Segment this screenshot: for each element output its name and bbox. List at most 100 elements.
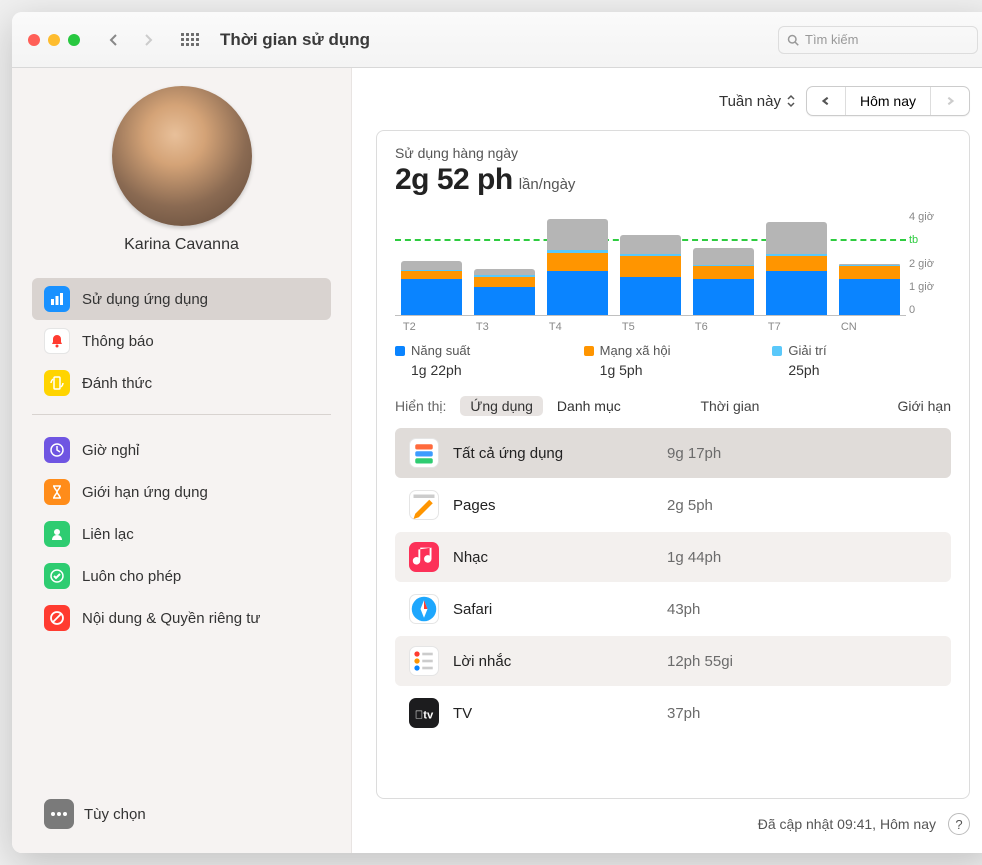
app-time: 9g 17ph (667, 445, 721, 462)
legend-swatch (584, 346, 594, 356)
app-name: Tất cả ứng dụng (453, 445, 653, 462)
chart-bar (474, 211, 535, 316)
hourglass-icon (44, 479, 70, 505)
footer: Đã cập nhật 09:41, Hôm nay ? (376, 799, 970, 835)
next-button[interactable] (931, 87, 969, 115)
chart-xlabel: T5 (620, 321, 681, 333)
sidebar-item[interactable]: Thông báo (32, 320, 331, 362)
chart-bar (401, 211, 462, 316)
help-button[interactable]: ? (948, 813, 970, 835)
tab-categories[interactable]: Danh mục (557, 398, 621, 414)
prev-button[interactable] (807, 87, 846, 115)
sidebar-item-label: Nội dung & Quyền riêng tư (82, 610, 260, 627)
chart-bar (620, 211, 681, 316)
bar-chart-icon (44, 286, 70, 312)
close-button[interactable] (28, 34, 40, 46)
clock-icon (44, 437, 70, 463)
sidebar-item-label: Luôn cho phép (82, 568, 181, 585)
app-row[interactable]: Nhạc 1g 44ph (395, 532, 951, 582)
app-name: Pages (453, 497, 653, 514)
back-button[interactable] (102, 28, 126, 52)
app-row[interactable]: Pages2g 5ph (395, 480, 951, 530)
sidebar-item-label: Sử dụng ứng dụng (82, 291, 208, 308)
daily-usage-label: Sử dụng hàng ngày (395, 145, 951, 161)
app-row[interactable]: Tất cả ứng dụng 9g 17ph (395, 428, 951, 478)
username: Karina Cavanna (12, 236, 351, 254)
chart-bar (547, 211, 608, 316)
legend-item: Năng suất1g 22ph (395, 343, 574, 378)
list-icon (409, 646, 439, 676)
app-row[interactable]: tvTV37ph (395, 688, 951, 738)
legend-item: Mạng xã hội1g 5ph (584, 343, 763, 378)
app-list: Tất cả ứng dụng 9g 17ph Pages2g 5ph Nhạc 1g … (395, 428, 951, 738)
phone-rotate-icon (44, 370, 70, 396)
search-input[interactable]: Tìm kiếm (778, 26, 978, 54)
minimize-button[interactable] (48, 34, 60, 46)
grid-icon[interactable] (178, 28, 202, 52)
person-icon (44, 521, 70, 547)
search-placeholder: Tìm kiếm (805, 32, 858, 47)
chart-xlabel: T4 (547, 321, 608, 333)
svg-text:tv: tv (415, 710, 434, 722)
chart-bar (766, 211, 827, 316)
prohibit-icon (44, 605, 70, 631)
sidebar: Karina Cavanna Sử dụng ứng dụng Thông báo… (12, 68, 352, 853)
titlebar: Thời gian sử dụng Tìm kiếm (12, 12, 982, 68)
sidebar-item[interactable]: Giới hạn ứng dụng (32, 471, 331, 513)
search-icon (787, 34, 799, 46)
usage-card: Sử dụng hàng ngày 2g 52 ph lần/ngày 4 gi… (376, 130, 970, 799)
sidebar-item-label: Đánh thức (82, 375, 152, 392)
sidebar-item-label: Thông báo (82, 333, 154, 350)
chart-xlabel: CN (839, 321, 900, 333)
date-segmented-control: Hôm nay (806, 86, 970, 116)
sidebar-item[interactable]: Luôn cho phép (32, 555, 331, 597)
sidebar-item-label: Giờ nghỉ (82, 442, 139, 459)
sidebar-item[interactable]: Nội dung & Quyền riêng tư (32, 597, 331, 639)
forward-button[interactable] (136, 28, 160, 52)
daily-usage-total: 2g 52 ph lần/ngày (395, 163, 951, 197)
stack-icon (409, 438, 439, 468)
chevron-updown-icon (786, 94, 796, 108)
col-limit: Giới hạn (897, 398, 951, 414)
music-icon (409, 542, 439, 572)
app-name: Nhạc (453, 549, 653, 566)
chart-ylabel: 1 giờ (909, 281, 951, 293)
sidebar-item[interactable]: Sử dụng ứng dụng (32, 278, 331, 320)
window-title: Thời gian sử dụng (220, 30, 370, 50)
avatar[interactable] (112, 86, 252, 226)
sidebar-item-label: Giới hạn ứng dụng (82, 484, 208, 501)
chart-bar (839, 211, 900, 316)
app-row[interactable]: Safari43ph (395, 584, 951, 634)
tab-apps[interactable]: Ứng dụng (460, 396, 543, 416)
compass-icon (409, 594, 439, 624)
app-time: 43ph (667, 601, 700, 618)
legend-swatch (395, 346, 405, 356)
sidebar-item[interactable]: Giờ nghỉ (32, 429, 331, 471)
sidebar-item[interactable]: Liên lạc (32, 513, 331, 555)
today-button[interactable]: Hôm nay (846, 87, 931, 115)
legend-swatch (772, 346, 782, 356)
app-time: 37ph (667, 705, 700, 722)
usage-chart: 4 giờtb2 giờ1 giờ0 T2T3T4T5T6T7CN (395, 211, 951, 331)
chart-ylabel: 4 giờ (909, 211, 951, 223)
period-selector[interactable]: Tuần này (719, 93, 796, 110)
app-row[interactable]: Lời nhắc12ph 55gi (395, 636, 951, 686)
options-label: Tùy chọn (84, 806, 146, 823)
app-time: 1g 44ph (667, 549, 721, 566)
sidebar-item-label: Liên lạc (82, 526, 134, 543)
chart-xlabel: T7 (766, 321, 827, 333)
updated-text: Đã cập nhật 09:41, Hôm nay (758, 816, 936, 832)
check-icon (44, 563, 70, 589)
main-content: Tuần này Hôm nay Sử dụng hàng ngày 2g 52… (352, 68, 982, 853)
sidebar-item[interactable]: Đánh thức (32, 362, 331, 404)
chart-legend: Năng suất1g 22ph Mạng xã hội1g 5ph Giải tr… (395, 337, 951, 396)
divider (32, 414, 331, 415)
options-button[interactable]: Tùy chọn (12, 793, 351, 835)
col-time: Thời gian (700, 398, 759, 414)
chart-ylabel: 2 giờ (909, 258, 951, 270)
display-tabs: Hiển thị: Ứng dụng Danh mục Thời gian Gi… (395, 396, 951, 416)
legend-item: Giải trí25ph (772, 343, 951, 378)
traffic-lights (28, 34, 80, 46)
fullscreen-button[interactable] (68, 34, 80, 46)
pen-icon (409, 490, 439, 520)
